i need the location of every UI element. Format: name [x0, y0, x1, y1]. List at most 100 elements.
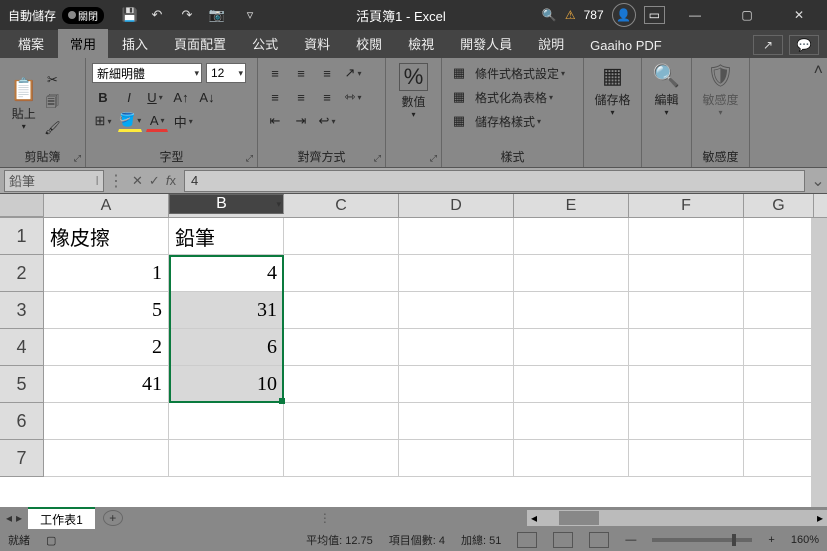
col-header-F[interactable]: F [629, 194, 744, 217]
redo-icon[interactable]: ↷ [180, 5, 200, 25]
name-box[interactable]: 鉛筆I [4, 170, 104, 192]
tab-pdf[interactable]: Gaaiho PDF [578, 33, 674, 58]
cell-D2[interactable] [399, 255, 514, 292]
fx-button[interactable]: fx [166, 173, 176, 189]
row-header-5[interactable]: 5 [0, 366, 44, 403]
format-table-icon[interactable]: ▦ [448, 86, 470, 108]
cell-A5[interactable]: 41 [44, 366, 169, 403]
indent-button[interactable]: ⇥ [290, 110, 312, 132]
align-top-button[interactable]: ≡ [264, 62, 286, 84]
collapse-ribbon-button[interactable]: ˄ [814, 62, 823, 80]
cut-icon[interactable]: ✂ [41, 69, 63, 91]
zoom-out-button[interactable]: — [625, 534, 636, 546]
cell-B4[interactable]: 6 [169, 329, 284, 366]
orientation-button[interactable]: ↗ [342, 62, 364, 84]
row-header-4[interactable]: 4 [0, 329, 44, 366]
row-header-1[interactable]: 1 [0, 218, 44, 255]
font-size-select[interactable]: 12 [206, 63, 246, 83]
horizontal-scrollbar[interactable]: ◂▸ [527, 510, 827, 526]
align-launcher[interactable]: ⤢ [374, 153, 381, 164]
tab-layout[interactable]: 頁面配置 [162, 29, 238, 58]
font-color-button[interactable]: A [146, 110, 168, 132]
align-center-button[interactable]: ≡ [290, 86, 312, 108]
tab-help[interactable]: 說明 [526, 29, 576, 58]
row-header-6[interactable]: 6 [0, 403, 44, 440]
cell-E7[interactable] [514, 440, 629, 477]
cell-C2[interactable] [284, 255, 399, 292]
cell-D5[interactable] [399, 366, 514, 403]
cell-C6[interactable] [284, 403, 399, 440]
tab-view[interactable]: 檢視 [396, 29, 446, 58]
cond-format-button[interactable]: 條件式格式設定 [474, 62, 577, 84]
tab-formulas[interactable]: 公式 [240, 29, 290, 58]
cell-F6[interactable] [629, 403, 744, 440]
border-button[interactable]: ⊞ [92, 110, 114, 132]
cell-A6[interactable] [44, 403, 169, 440]
dedent-button[interactable]: ⇤ [264, 110, 286, 132]
comments-button[interactable]: 💬 [789, 35, 819, 55]
qat-more[interactable]: ▿ [240, 5, 260, 25]
share-button[interactable]: ↗ [753, 35, 783, 55]
cell-A7[interactable] [44, 440, 169, 477]
phonetic-button[interactable]: 中 [172, 110, 194, 132]
camera-icon[interactable]: 📷 [210, 5, 230, 25]
zoom-level[interactable]: 160% [791, 534, 819, 546]
font-launcher[interactable]: ⤢ [246, 153, 253, 164]
align-bot-button[interactable]: ≡ [316, 62, 338, 84]
cells-button[interactable]: ▦儲存格▾ [590, 61, 635, 119]
cell-E4[interactable] [514, 329, 629, 366]
font-name-select[interactable]: 新細明體 [92, 63, 202, 83]
tab-file[interactable]: 檔案 [6, 29, 56, 58]
undo-icon[interactable]: ↶ [150, 5, 170, 25]
close-button[interactable]: ✕ [777, 0, 821, 30]
align-right-button[interactable]: ≡ [316, 86, 338, 108]
cell-D4[interactable] [399, 329, 514, 366]
col-header-G[interactable]: G [744, 194, 814, 217]
row-header-2[interactable]: 2 [0, 255, 44, 292]
cell-F1[interactable] [629, 218, 744, 255]
view-layout-button[interactable] [553, 532, 573, 548]
cell-F7[interactable] [629, 440, 744, 477]
cell-A2[interactable]: 1 [44, 255, 169, 292]
paste-button[interactable]: 📋貼上▾ [6, 61, 41, 147]
cell-C3[interactable] [284, 292, 399, 329]
col-header-D[interactable]: D [399, 194, 514, 217]
cell-E6[interactable] [514, 403, 629, 440]
editing-button[interactable]: 🔍編輯▾ [648, 61, 685, 119]
tab-home[interactable]: 常用 [58, 29, 108, 58]
format-table-button[interactable]: 格式化為表格 [474, 86, 577, 108]
cell-D7[interactable] [399, 440, 514, 477]
row-header-3[interactable]: 3 [0, 292, 44, 329]
tab-review[interactable]: 校閱 [344, 29, 394, 58]
minimize-button[interactable]: — [673, 0, 717, 30]
tab-developer[interactable]: 開發人員 [448, 29, 524, 58]
cell-F3[interactable] [629, 292, 744, 329]
alert-icon[interactable]: ⚠ [565, 8, 576, 22]
tab-data[interactable]: 資料 [292, 29, 342, 58]
cell-F4[interactable] [629, 329, 744, 366]
col-header-A[interactable]: A [44, 194, 169, 217]
cell-B7[interactable] [169, 440, 284, 477]
cell-A4[interactable]: 2 [44, 329, 169, 366]
shrink-font-button[interactable]: A↓ [196, 86, 218, 108]
enter-formula-button[interactable]: ✓ [149, 173, 160, 189]
cell-G3[interactable] [744, 292, 814, 329]
sensitivity-button[interactable]: 🛡敏感度▾ [698, 61, 743, 119]
cell-F5[interactable] [629, 366, 744, 403]
search-icon[interactable]: 🔍 [542, 8, 557, 22]
cell-B6[interactable] [169, 403, 284, 440]
cell-A1[interactable]: 橡皮擦 [44, 218, 169, 255]
macro-record-icon[interactable]: ▢ [46, 534, 56, 547]
number-launcher[interactable]: ⤢ [430, 153, 437, 164]
row-header-7[interactable]: 7 [0, 440, 44, 477]
cell-G7[interactable] [744, 440, 814, 477]
cell-C5[interactable] [284, 366, 399, 403]
select-all-corner[interactable] [0, 194, 44, 217]
account-avatar[interactable]: 👤 [612, 3, 636, 27]
cell-B5[interactable]: 10 [169, 366, 284, 403]
cond-format-icon[interactable]: ▦ [448, 62, 470, 84]
zoom-in-button[interactable]: + [768, 534, 774, 546]
col-header-B[interactable]: B [169, 194, 284, 214]
cell-E1[interactable] [514, 218, 629, 255]
sheet-nav-prev[interactable]: ◂ [6, 511, 12, 525]
